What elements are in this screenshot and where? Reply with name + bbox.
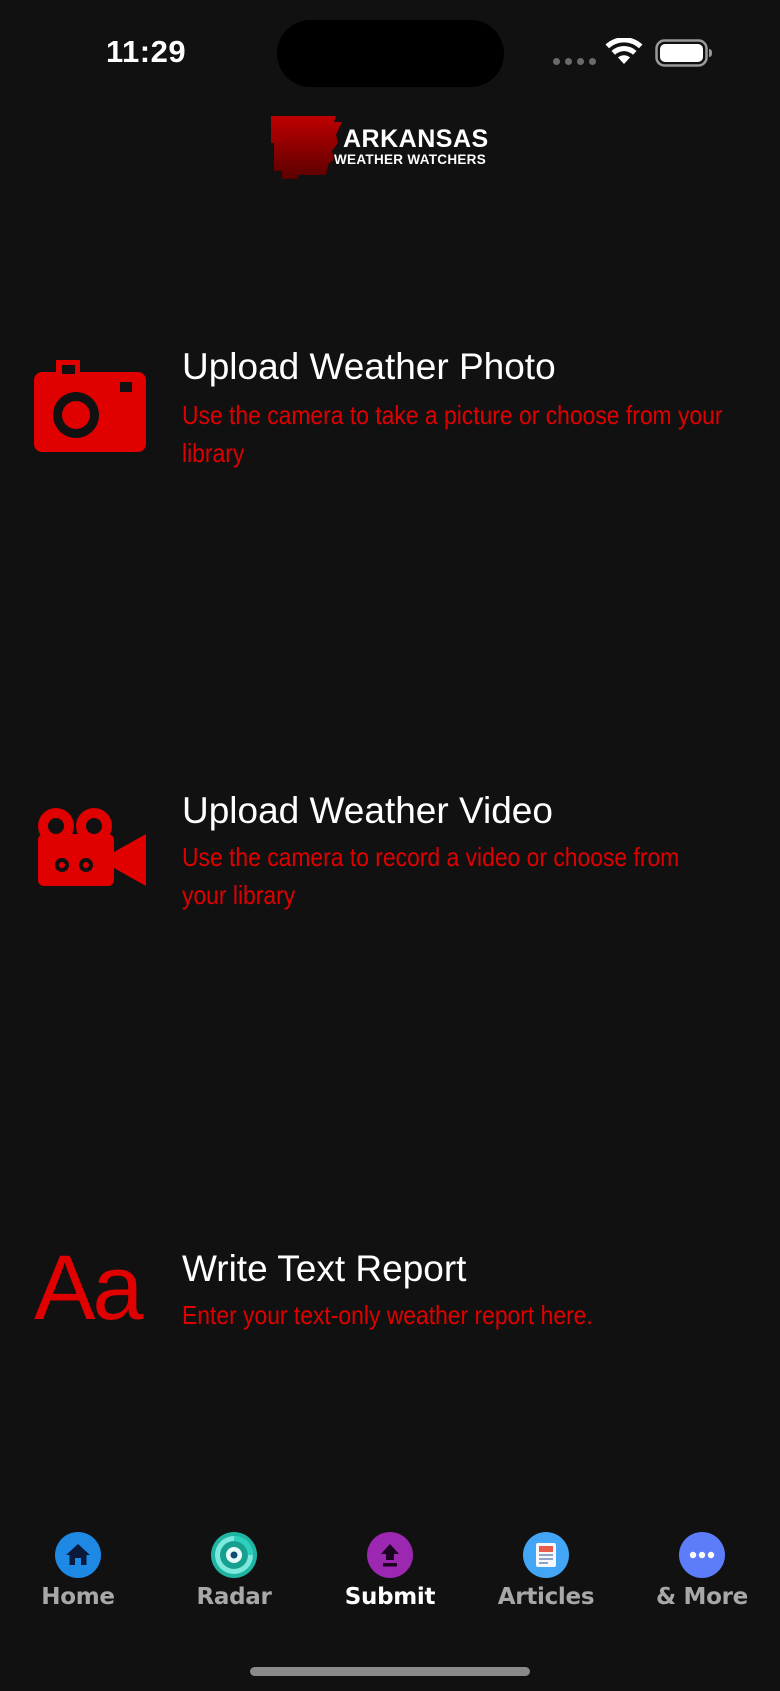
- option-title: Upload Weather Photo: [182, 346, 556, 387]
- battery-icon: [655, 39, 712, 67]
- tab-label: Articles: [497, 1584, 595, 1610]
- newspaper-icon: [523, 1532, 569, 1578]
- home-indicator[interactable]: [250, 1667, 530, 1676]
- logo-title: ARKANSAS: [343, 125, 489, 153]
- option-description: Use the camera to record a video or choo…: [182, 842, 680, 910]
- dynamic-island: [277, 20, 504, 87]
- cellular-signal-icon: [553, 58, 596, 65]
- status-bar: 11:29: [0, 0, 780, 110]
- option-title: Write Text Report: [182, 1248, 467, 1289]
- tab-submit[interactable]: Submit: [312, 1520, 468, 1620]
- logo-subtitle: WEATHER WATCHERS: [334, 152, 487, 167]
- more-icon: [679, 1532, 725, 1578]
- text-aa-icon: Aa: [34, 1237, 144, 1339]
- write-text-report-option[interactable]: Aa Write Text Report Enter your text-onl…: [0, 1240, 780, 1340]
- upload-video-option[interactable]: Upload Weather Video Use the camera to r…: [0, 780, 780, 930]
- camera-icon: [34, 360, 146, 452]
- tab-label: Submit: [344, 1584, 436, 1610]
- tab-label: Home: [41, 1584, 115, 1610]
- video-camera-icon: [38, 808, 146, 886]
- app-logo: ARKANSAS WEATHER WATCHERS: [268, 113, 518, 183]
- tab-label: & More: [656, 1584, 748, 1610]
- tab-home[interactable]: Home: [0, 1520, 156, 1620]
- bottom-tab-bar: Home Radar Submit Articles & More: [0, 1520, 780, 1620]
- option-description: Use the camera to take a picture or choo…: [182, 400, 723, 468]
- wifi-icon: [605, 38, 643, 64]
- arkansas-state-shape: [271, 116, 342, 179]
- upload-photo-option[interactable]: Upload Weather Photo Use the camera to t…: [0, 340, 780, 490]
- status-time: 11:29: [106, 34, 187, 69]
- tab-radar[interactable]: Radar: [156, 1520, 312, 1620]
- submit-screen: 11:29 ARKANSAS WEATHER WATCHERS Upload W…: [0, 0, 780, 1691]
- tab-label: Radar: [196, 1584, 272, 1610]
- option-title: Upload Weather Video: [182, 790, 553, 831]
- tab-more[interactable]: & More: [624, 1520, 780, 1620]
- upload-icon: [367, 1532, 413, 1578]
- home-icon: [55, 1532, 101, 1578]
- radar-icon: [211, 1532, 257, 1578]
- option-description: Enter your text-only weather report here…: [182, 1300, 593, 1330]
- tab-articles[interactable]: Articles: [468, 1520, 624, 1620]
